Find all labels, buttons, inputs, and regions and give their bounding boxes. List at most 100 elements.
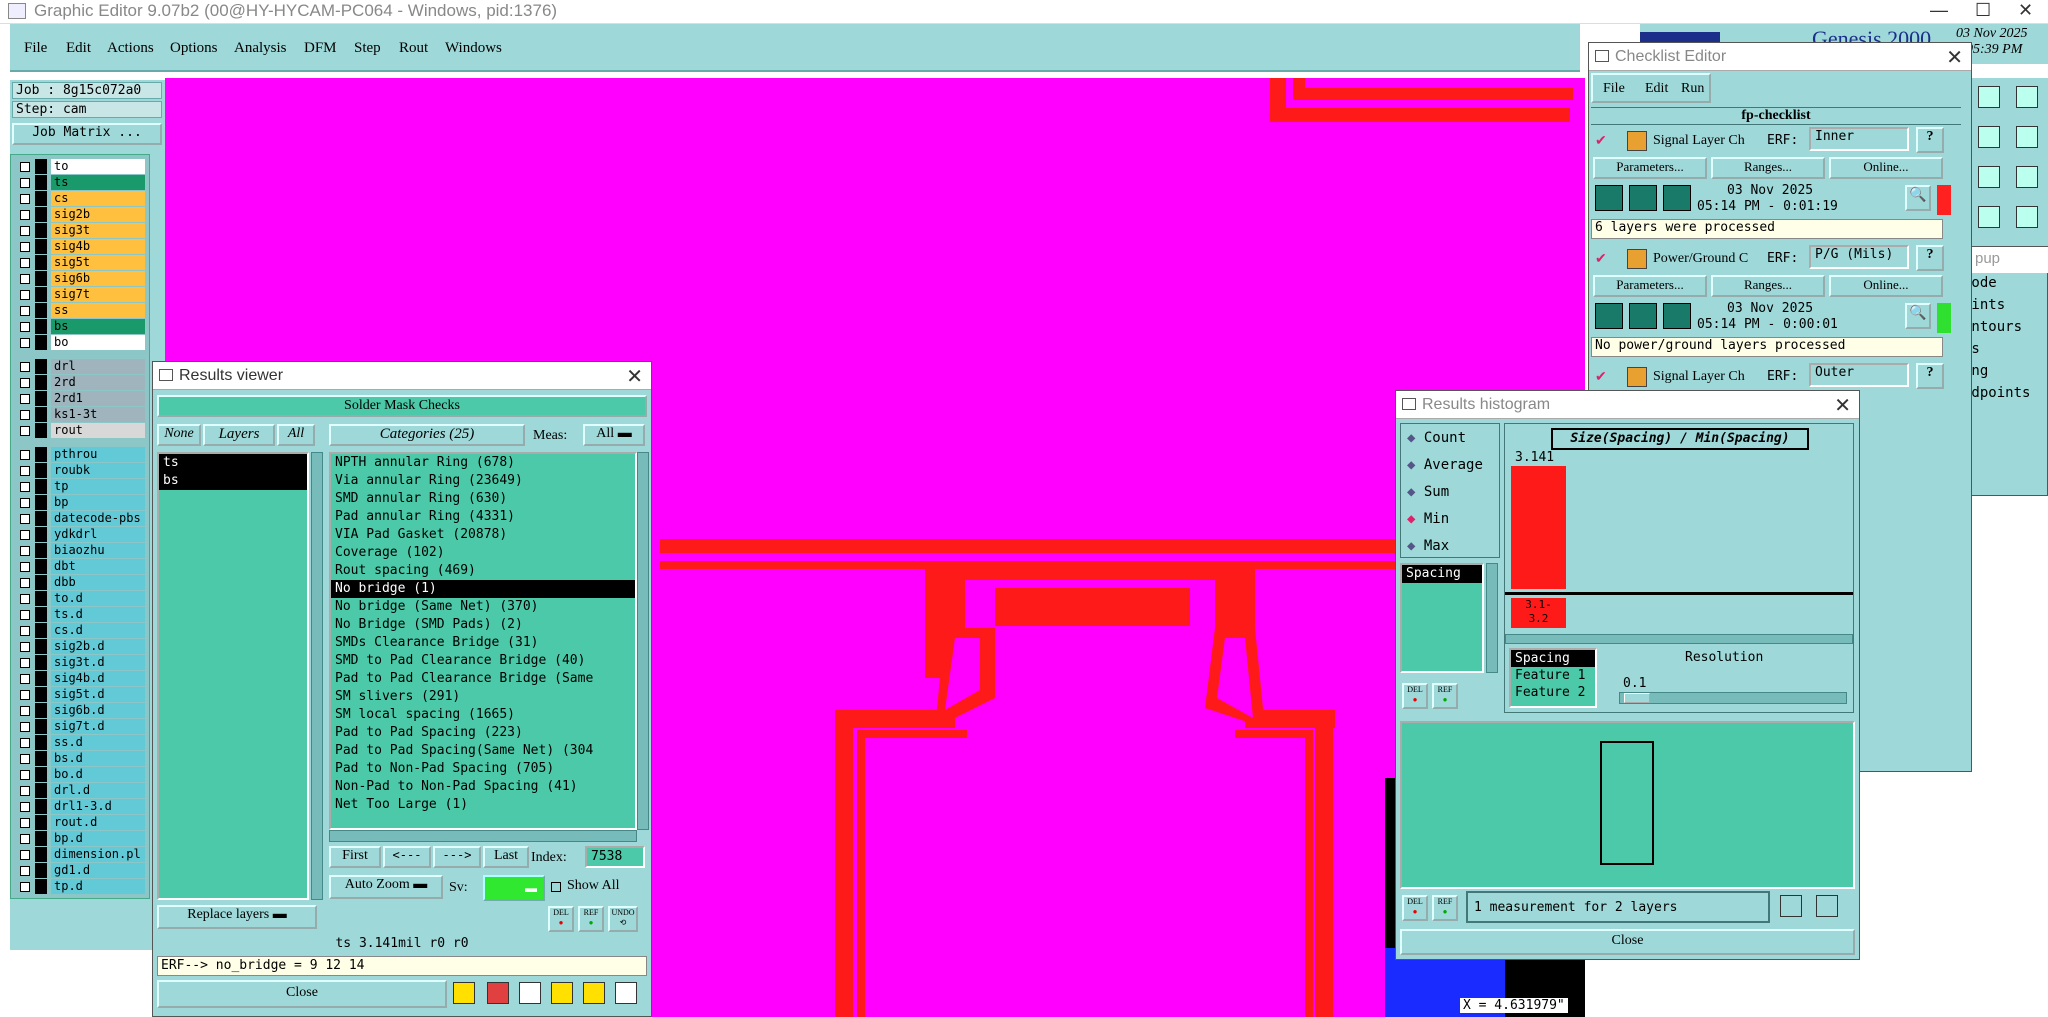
auto-zoom-select[interactable]: Auto Zoom ▬ [329, 875, 443, 899]
category-item[interactable]: VIA Pad Gasket (20878) [331, 526, 635, 544]
layer-row[interactable]: drl.d [15, 783, 145, 798]
categories-list[interactable]: NPTH annular Ring (678) Via annular Ring … [329, 452, 637, 830]
tool-icon[interactable] [2016, 86, 2038, 108]
layer-checkbox[interactable] [20, 450, 30, 460]
tool-icon[interactable] [2016, 126, 2038, 148]
categories-scrollbar[interactable] [637, 452, 649, 830]
category-item[interactable]: Net Too Large (1) [331, 796, 635, 814]
menu-step[interactable]: Step [354, 40, 381, 57]
run-icon[interactable] [1663, 185, 1691, 211]
category-item[interactable]: NPTH annular Ring (678) [331, 454, 635, 472]
bar-chart-icon[interactable] [615, 982, 637, 1004]
layer-row[interactable]: datecode-pbs [15, 511, 145, 526]
chart-hscrollbar[interactable] [1505, 634, 1853, 644]
layer-row[interactable]: tp.d [15, 879, 145, 894]
layer-checkbox[interactable] [20, 658, 30, 668]
layer-checkbox[interactable] [20, 426, 30, 436]
histogram-icon[interactable] [453, 982, 475, 1004]
layer-checkbox[interactable] [20, 258, 30, 268]
layer-row[interactable]: sig6b [15, 271, 145, 286]
category-item[interactable]: Pad annular Ring (4331) [331, 508, 635, 526]
layer-row[interactable]: ts.d [15, 607, 145, 622]
layer-row[interactable]: bp [15, 495, 145, 510]
layer-row[interactable]: ts [15, 175, 145, 190]
run-icon[interactable] [1595, 303, 1623, 329]
menu-actions[interactable]: Actions [107, 40, 154, 57]
layer-row[interactable]: roubk [15, 463, 145, 478]
layer-checkbox[interactable] [20, 322, 30, 332]
category-item[interactable]: Rout spacing (469) [331, 562, 635, 580]
list-item[interactable]: Feature 1 [1511, 667, 1595, 684]
layer-row[interactable]: dimension.pl [15, 847, 145, 862]
menu-rout[interactable]: Rout [399, 40, 428, 57]
check-icon[interactable]: ✔ [1595, 133, 1607, 150]
close-icon[interactable]: ✕ [2018, 0, 2033, 21]
layer-checkbox[interactable] [20, 338, 30, 348]
layer-checkbox[interactable] [20, 178, 30, 188]
layer-row[interactable]: bs [15, 319, 145, 334]
layer-checkbox[interactable] [20, 834, 30, 844]
menu-options[interactable]: Options [170, 40, 218, 57]
ref-icon[interactable]: REF ● [578, 906, 604, 932]
layer-row[interactable]: sig5t [15, 255, 145, 270]
layer-checkbox[interactable] [20, 466, 30, 476]
home-icon[interactable] [1978, 86, 2000, 108]
all-button[interactable]: All [277, 424, 315, 446]
layer-row[interactable]: cs.d [15, 623, 145, 638]
show-all-checkbox[interactable] [551, 882, 561, 892]
layer-checkbox[interactable] [20, 394, 30, 404]
layer-row[interactable]: ydkdrl [15, 527, 145, 542]
ref-icon[interactable]: REF ● [1432, 683, 1458, 709]
popup-item[interactable]: ts [1961, 341, 2048, 361]
category-item[interactable]: SMD to Pad Clearance Bridge (40) [331, 652, 635, 670]
none-button[interactable]: None [157, 424, 201, 446]
parameters-button[interactable]: Parameters... [1593, 157, 1707, 179]
close-icon[interactable]: ✕ [1834, 393, 1851, 418]
help-icon[interactable]: ? [1916, 363, 1944, 389]
menu-analysis[interactable]: Analysis [234, 40, 287, 57]
layer-row[interactable]: cs [15, 191, 145, 206]
minimize-icon[interactable]: — [1930, 0, 1948, 21]
checklist-menu-file[interactable]: File [1603, 81, 1625, 97]
help-icon[interactable]: ? [1916, 245, 1944, 271]
layer-checkbox[interactable] [20, 194, 30, 204]
layer-checkbox[interactable] [20, 210, 30, 220]
layer-checkbox[interactable] [20, 290, 30, 300]
layer-row[interactable]: to [15, 159, 145, 174]
layer-checkbox[interactable] [20, 610, 30, 620]
close-icon[interactable]: ✕ [626, 364, 643, 389]
del-icon[interactable]: DEL ● [1402, 683, 1428, 709]
sv-color-select[interactable]: ▬ [483, 875, 545, 901]
list-item[interactable]: Spacing [1511, 650, 1595, 667]
layer-checkbox[interactable] [20, 362, 30, 372]
resolution-slider[interactable] [1619, 692, 1847, 704]
category-item[interactable]: Coverage (102) [331, 544, 635, 562]
mode-radio[interactable]: ◆ Average [1407, 457, 1483, 473]
layers-button[interactable]: Layers [203, 424, 275, 446]
measure-scrollbar[interactable] [1486, 563, 1498, 673]
category-item[interactable]: No bridge (1) [331, 580, 635, 598]
cross-icon[interactable] [519, 982, 541, 1004]
run-icon[interactable] [1595, 185, 1623, 211]
layer-row[interactable]: sig7t [15, 287, 145, 302]
slider-thumb[interactable] [1624, 693, 1650, 703]
parameters-button[interactable]: Parameters... [1593, 275, 1707, 297]
check-icon[interactable]: ✔ [1595, 369, 1607, 386]
list-item[interactable]: bs [159, 472, 307, 490]
layer-row[interactable]: 2rd1 [15, 391, 145, 406]
categories-hscrollbar[interactable] [329, 830, 637, 842]
numbered-icon[interactable] [551, 982, 573, 1004]
ranges-button[interactable]: Ranges... [1711, 275, 1825, 297]
next-button[interactable]: ---> [433, 846, 481, 868]
layer-row[interactable]: dbt [15, 559, 145, 574]
scale-icon[interactable] [1978, 166, 2000, 188]
layer-row[interactable]: ss.d [15, 735, 145, 750]
undo-icon[interactable]: UNDO ⟲ [608, 906, 638, 932]
categories-button[interactable]: Categories (25) [329, 424, 525, 446]
layer-checkbox[interactable] [20, 546, 30, 556]
popup-item[interactable]: oints [1961, 297, 2048, 317]
layers-list[interactable]: ts bs [157, 452, 309, 900]
layer-row[interactable]: drl [15, 359, 145, 374]
run-icon[interactable] [1629, 303, 1657, 329]
layer-row[interactable]: sig6b.d [15, 703, 145, 718]
